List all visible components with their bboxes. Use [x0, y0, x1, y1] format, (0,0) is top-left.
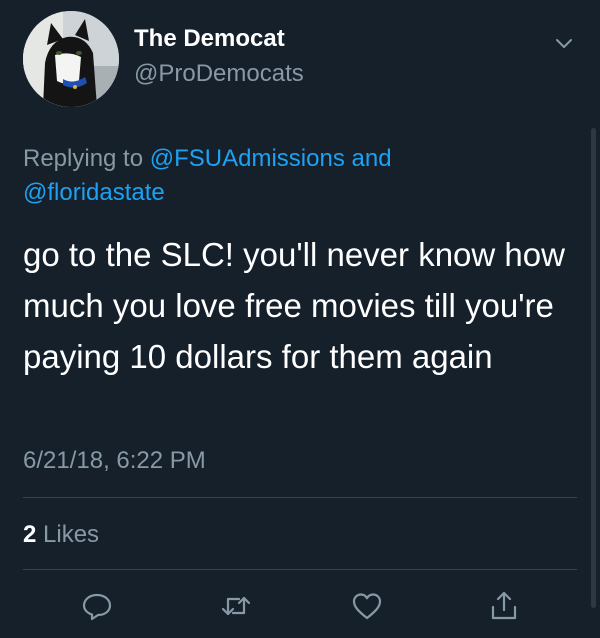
tweet-detail: The Democat @ProDemocats Replying to @FS…	[0, 0, 600, 638]
share-icon[interactable]	[487, 589, 521, 623]
author-display-name[interactable]: The Democat	[134, 25, 285, 53]
divider	[23, 569, 577, 570]
reply-joiner: and	[344, 145, 392, 172]
tweet-timestamp[interactable]: 6/21/18, 6:22 PM	[23, 447, 206, 475]
like-icon[interactable]	[350, 589, 384, 623]
reply-prefix: Replying to	[23, 145, 150, 172]
cat-avatar-icon	[23, 11, 119, 107]
reply-icon[interactable]	[80, 589, 114, 623]
retweet-icon[interactable]	[219, 589, 253, 623]
mention-link[interactable]: @floridastate	[23, 179, 165, 206]
likes-number: 2	[23, 521, 37, 548]
divider	[23, 497, 577, 498]
chevron-down-icon[interactable]	[551, 30, 577, 56]
author-handle[interactable]: @ProDemocats	[134, 60, 304, 88]
avatar[interactable]	[23, 11, 119, 107]
tweet-text: go to the SLC! you'll never know how muc…	[23, 236, 565, 375]
scrollbar[interactable]	[591, 128, 596, 608]
likes-count[interactable]: 2 Likes	[23, 521, 99, 549]
mention-link[interactable]: @FSUAdmissions	[150, 145, 345, 172]
likes-label: Likes	[43, 521, 100, 548]
reply-context: Replying to @FSUAdmissions and @floridas…	[23, 142, 563, 210]
